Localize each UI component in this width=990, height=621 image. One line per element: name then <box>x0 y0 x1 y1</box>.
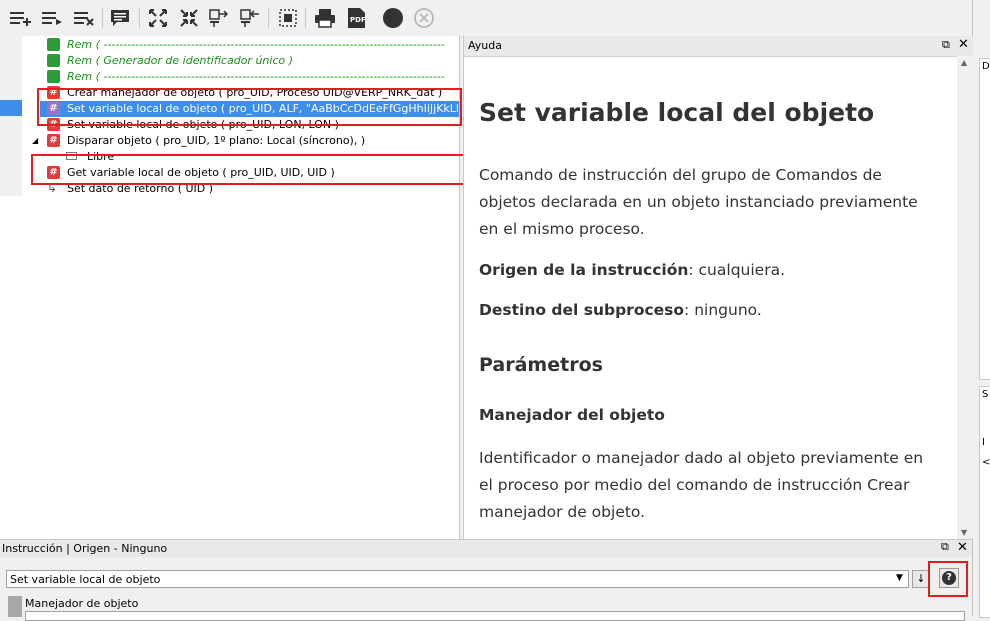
collapse-arrow-icon[interactable]: ◢ <box>32 136 38 145</box>
tree-row[interactable]: ◢ # Disparar objeto ( pro_UID, 1º plano:… <box>0 133 459 149</box>
handle-input[interactable] <box>25 611 965 621</box>
comment-row-icon <box>47 54 60 67</box>
help-content: Set variable local del objeto Comando de… <box>464 56 957 539</box>
param-heading: Manejador del objeto <box>479 406 665 424</box>
print-icon[interactable] <box>313 6 337 30</box>
tree-row[interactable]: Rem ( ----------------------------------… <box>0 69 459 85</box>
help-intro: Comando de instrucción del grupo de Coma… <box>479 166 918 238</box>
highlight-box <box>37 88 462 126</box>
help-scrollbar[interactable]: ▲ ▼ <box>957 56 973 539</box>
expand-icon[interactable] <box>146 6 170 30</box>
close-icon[interactable]: ✕ <box>958 37 969 52</box>
chevron-down-icon[interactable]: ▼ <box>896 573 903 583</box>
help-origin: Origen de la instrucción: cualquiera. <box>479 257 939 284</box>
right-dock-label: D <box>982 61 990 72</box>
help-panel: Ayuda ⧉ ✕ Set variable local del objeto … <box>463 36 973 539</box>
origin-value: : cualquiera. <box>688 261 785 279</box>
select-block-icon[interactable] <box>276 6 300 30</box>
toolbar: PDF <box>0 0 972 37</box>
comment-row-icon <box>47 70 60 83</box>
svg-text:PDF: PDF <box>350 16 366 24</box>
right-dock-panel: D <box>979 58 990 380</box>
collapse-icon[interactable] <box>177 6 201 30</box>
highlight-box <box>31 154 467 185</box>
close-icon[interactable]: ✕ <box>957 540 968 555</box>
right-dock-panel-2: S I < <box>979 386 990 618</box>
help-button[interactable]: ? <box>939 568 959 588</box>
question-icon: ? <box>942 571 956 585</box>
pdf-icon[interactable]: PDF <box>344 6 368 30</box>
tree-row-text: Disparar objeto ( pro_UID, 1º plano: Loc… <box>67 134 366 147</box>
insert-below-icon[interactable] <box>8 6 32 30</box>
field-marker <box>8 596 22 617</box>
params-heading: Parámetros <box>479 354 603 376</box>
comment-icon[interactable] <box>108 6 132 30</box>
move-right-icon[interactable] <box>207 6 231 30</box>
param-description: Identificador o manejador dado al objeto… <box>479 449 924 521</box>
tree-row[interactable]: Rem ( ----------------------------------… <box>0 37 459 53</box>
right-dock-label-3: I <box>982 437 985 448</box>
hash-command-icon: # <box>47 134 60 147</box>
instruction-tree[interactable]: Rem ( ----------------------------------… <box>0 36 469 539</box>
cancel-circle-icon[interactable] <box>412 6 436 30</box>
field-label: Manejador de objeto <box>25 597 139 610</box>
tree-row[interactable]: Rem ( Generador de identificador único ) <box>0 53 459 69</box>
scroll-up-icon[interactable]: ▲ <box>961 58 967 67</box>
help-panel-title: Ayuda <box>468 39 502 52</box>
gutter-selection-marker <box>0 100 22 116</box>
insert-above-icon[interactable] <box>40 6 64 30</box>
move-left-icon[interactable] <box>238 6 262 30</box>
tree-row-text: Rem ( ----------------------------------… <box>67 38 445 51</box>
instruction-panel-header: Instrucción | Origen - Ninguno ⧉ ✕ <box>0 540 972 557</box>
destination-value: : ninguno. <box>684 301 762 319</box>
help-title: Set variable local del objeto <box>479 98 875 127</box>
instruction-panel: Instrucción | Origen - Ninguno ⧉ ✕ Set v… <box>0 539 972 621</box>
float-icon[interactable]: ⧉ <box>941 540 949 554</box>
help-panel-header: Ayuda ⧉ ✕ <box>464 36 973 57</box>
float-icon[interactable]: ⧉ <box>942 38 950 52</box>
right-dock-strip: D S I < <box>972 0 990 618</box>
delete-lines-icon[interactable] <box>72 6 96 30</box>
arrow-down-icon: ↓ <box>916 572 926 585</box>
tree-row-text: Rem ( ----------------------------------… <box>67 70 445 83</box>
destination-label: Destino del subproceso <box>479 301 685 319</box>
origin-label: Origen de la instrucción <box>479 261 689 279</box>
help-destination: Destino del subproceso: ninguno. <box>479 297 939 324</box>
right-dock-arrow: < <box>982 457 990 468</box>
instruction-panel-title: Instrucción | Origen - Ninguno <box>2 542 168 555</box>
comment-row-icon <box>47 38 60 51</box>
record-icon[interactable] <box>381 6 405 30</box>
tree-row-text: Rem ( Generador de identificador único ) <box>67 54 294 67</box>
command-select-value: Set variable local de objeto <box>10 573 161 586</box>
scroll-down-icon[interactable]: ▼ <box>961 528 967 537</box>
command-select[interactable]: Set variable local de objeto ▼ <box>6 570 909 588</box>
right-dock-label-2: S <box>982 389 989 400</box>
